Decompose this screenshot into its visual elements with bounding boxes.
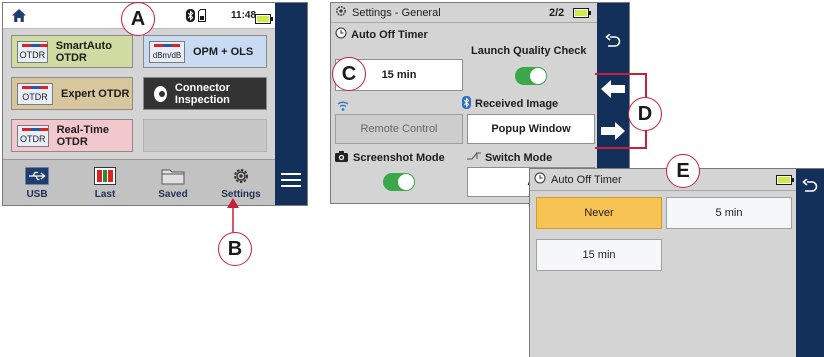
page-title: Settings - General (352, 6, 441, 19)
clock-icon (335, 27, 347, 42)
last-trace-icon (94, 165, 116, 187)
tile-expert-otdr[interactable]: OTDR Expert OTDR (11, 77, 133, 110)
tile-label: OPM + OLS (193, 45, 254, 58)
option-5-min[interactable]: 5 min (666, 197, 792, 229)
callout-b: B (218, 232, 252, 266)
home-sidebar (275, 3, 307, 205)
tile-label: Connector Inspection (174, 81, 230, 106)
saved-label: Saved (158, 189, 188, 200)
power-meter-icon: dBm/dB (149, 40, 185, 63)
launch-quality-check-toggle[interactable] (515, 67, 547, 85)
switch-mode-label: Switch Mode (467, 151, 552, 165)
callout-a: A (121, 2, 155, 36)
back-icon[interactable] (605, 33, 621, 55)
settings-button[interactable]: Settings (207, 160, 275, 205)
tile-empty (143, 119, 267, 152)
battery-icon (776, 175, 794, 188)
tile-opm-ols[interactable]: dBm/dB OPM + OLS (143, 35, 267, 68)
sd-card-icon (198, 9, 206, 27)
screenshot-mode-label: Screenshot Mode (335, 151, 445, 165)
tile-label: SmartAuto OTDR (55, 39, 112, 64)
clock-time: 11:48 (231, 10, 257, 21)
camera-icon (335, 151, 348, 165)
tile-connector-inspection[interactable]: Connector Inspection (143, 77, 267, 110)
otdr-icon: OTDR (17, 40, 48, 63)
tile-realtime-otdr[interactable]: OTDR Real-Time OTDR (11, 119, 133, 152)
home-screen: 11:48 OTDR SmartAuto OTDR dBm/dB OPM + O… (2, 2, 308, 206)
callout-d: D (628, 97, 662, 131)
gear-icon (335, 5, 347, 20)
last-label: Last (94, 189, 116, 200)
page-title: Auto Off Timer (551, 173, 622, 186)
connector-icon (154, 85, 167, 102)
tile-label: Real-Time OTDR (56, 123, 109, 148)
otdr-icon: OTDR (17, 82, 53, 105)
page-counter: 2/2 (549, 6, 565, 19)
usb-label: USB (26, 189, 48, 200)
auto-off-timer-label: Auto Off Timer (335, 27, 428, 42)
tile-smartauto-otdr[interactable]: OTDR SmartAuto OTDR (11, 35, 133, 68)
timer-title-bar: Auto Off Timer (530, 169, 797, 191)
last-button[interactable]: Last (71, 160, 139, 205)
screenshot-mode-toggle[interactable] (383, 173, 415, 191)
bluetooth-icon (462, 96, 471, 112)
callout-c: C (332, 57, 366, 91)
callout-e: E (666, 154, 700, 188)
home-icon[interactable] (11, 8, 27, 28)
usb-button[interactable]: USB (3, 160, 71, 205)
auto-off-timer-screen: Auto Off Timer Never 5 min 15 min (529, 168, 824, 357)
folder-icon (161, 165, 185, 187)
battery-icon (573, 8, 591, 21)
received-image-label: Received Image (462, 96, 558, 112)
back-icon[interactable] (802, 178, 818, 200)
settings-title-bar: Settings - General 2/2 (331, 3, 597, 23)
battery-icon (255, 11, 273, 29)
app-grid: OTDR SmartAuto OTDR dBm/dB OPM + OLS OTD… (3, 29, 275, 159)
switch-icon (467, 151, 481, 165)
clock-icon (534, 172, 546, 187)
bluetooth-icon (186, 9, 195, 27)
remote-control-button[interactable]: Remote Control (335, 114, 463, 144)
saved-button[interactable]: Saved (139, 160, 207, 205)
timer-sidebar (796, 169, 824, 357)
arrow-up-icon (227, 198, 239, 232)
gear-icon (231, 165, 251, 187)
usb-icon (25, 165, 49, 187)
menu-icon[interactable] (281, 172, 301, 193)
option-never[interactable]: Never (536, 197, 662, 229)
received-image-button[interactable]: Popup Window (467, 114, 595, 144)
launch-quality-check-label: Launch Quality Check (471, 45, 587, 57)
otdr-icon: OTDR (17, 124, 49, 147)
option-15-min[interactable]: 15 min (536, 239, 662, 271)
tile-label: Expert OTDR (61, 87, 130, 100)
